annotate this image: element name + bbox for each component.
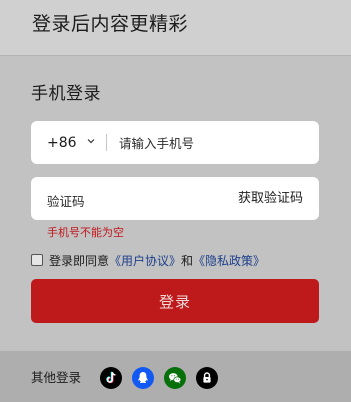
page-header: 登录后内容更精彩 — [0, 0, 351, 56]
agree-prefix: 登录即同意 — [49, 254, 110, 268]
lock-icon[interactable] — [196, 367, 218, 389]
code-field-container: 获取验证码 — [31, 177, 319, 220]
footer: 其他登录 — [0, 351, 351, 402]
agreement-text: 登录即同意《用户协议》和《隐私政策》 — [49, 252, 265, 270]
phone-input[interactable] — [119, 133, 305, 153]
wechat-icon[interactable] — [164, 367, 186, 389]
verification-code-input[interactable] — [47, 191, 197, 211]
tiktok-icon[interactable] — [100, 367, 122, 389]
login-button[interactable]: 登录 — [31, 279, 319, 323]
user-agreement-link[interactable]: 《用户协议》 — [109, 254, 181, 268]
error-message: 手机号不能为空 — [47, 226, 124, 239]
other-login-label: 其他登录 — [31, 370, 82, 385]
get-code-button[interactable]: 获取验证码 — [238, 189, 303, 209]
agree-and: 和 — [181, 254, 194, 268]
phone-field-container: +86 — [31, 121, 319, 164]
country-code-label: +86 — [47, 135, 77, 151]
field-divider — [106, 134, 107, 151]
page-title: 登录后内容更精彩 — [32, 13, 189, 35]
qq-icon[interactable] — [132, 367, 154, 389]
chevron-down-icon[interactable] — [87, 137, 95, 145]
agree-checkbox[interactable] — [31, 254, 43, 266]
privacy-policy-link[interactable]: 《隐私政策》 — [193, 254, 265, 268]
country-code-selector[interactable]: +86 — [47, 133, 77, 153]
section-title: 手机登录 — [31, 84, 101, 104]
